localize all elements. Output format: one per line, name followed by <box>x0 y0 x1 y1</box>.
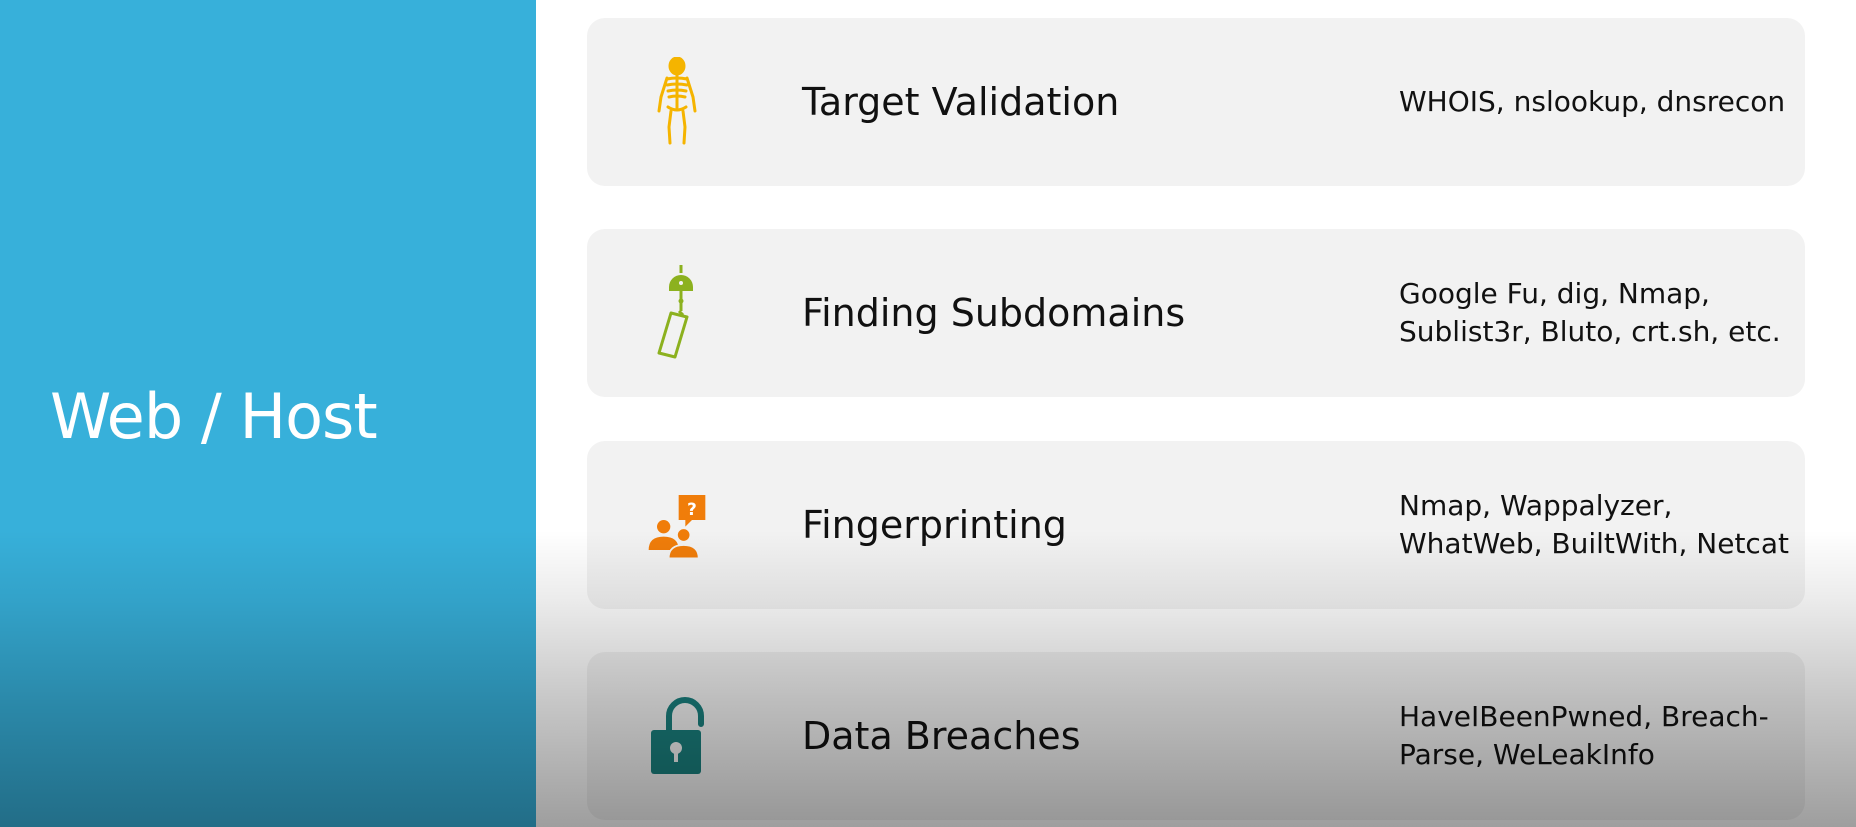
card-title: Fingerprinting <box>802 503 1067 547</box>
card-title: Data Breaches <box>802 714 1081 758</box>
skeleton-icon <box>647 50 707 154</box>
card-title: Finding Subdomains <box>802 291 1186 335</box>
card-data-breaches: Data Breaches HaveIBeenPwned, Breach- Pa… <box>587 652 1805 820</box>
people-question-icon: ? <box>647 473 707 577</box>
tools-line: Sublist3r, Bluto, crt.sh, etc. <box>1399 315 1781 348</box>
card-tools: Nmap, Wappalyzer, WhatWeb, BuiltWith, Ne… <box>1399 441 1799 609</box>
card-tools: WHOIS, nslookup, dnsrecon <box>1399 18 1799 186</box>
tools-line: WHOIS, nslookup, dnsrecon <box>1399 85 1786 118</box>
tools-line: Nmap, Wappalyzer, <box>1399 489 1673 522</box>
tools-line: WhatWeb, BuiltWith, Netcat <box>1399 527 1789 560</box>
card-target-validation: Target Validation WHOIS, nslookup, dnsre… <box>587 18 1805 186</box>
tools-line: Google Fu, dig, Nmap, <box>1399 277 1710 310</box>
side-panel: Web / Host <box>0 0 536 827</box>
tools-line: HaveIBeenPwned, Breach- <box>1399 700 1769 733</box>
slide: Web / Host Target Validation WHOIS, nslo… <box>0 0 1856 827</box>
section-title: Web / Host <box>50 380 378 453</box>
main-content: Target Validation WHOIS, nslookup, dnsre… <box>536 0 1856 827</box>
card-tools: HaveIBeenPwned, Breach- Parse, WeLeakInf… <box>1399 652 1799 820</box>
svg-text:?: ? <box>687 500 697 519</box>
tools-line: Parse, WeLeakInfo <box>1399 738 1655 771</box>
card-finding-subdomains: Finding Subdomains Google Fu, dig, Nmap,… <box>587 229 1805 397</box>
card-title: Target Validation <box>802 80 1120 124</box>
unlocked-padlock-icon <box>647 684 707 788</box>
card-fingerprinting: ? Fingerprinting Nmap, Wappalyzer, WhatW… <box>587 441 1805 609</box>
card-tools: Google Fu, dig, Nmap, Sublist3r, Bluto, … <box>1399 229 1799 397</box>
wind-chime-icon <box>647 261 707 365</box>
